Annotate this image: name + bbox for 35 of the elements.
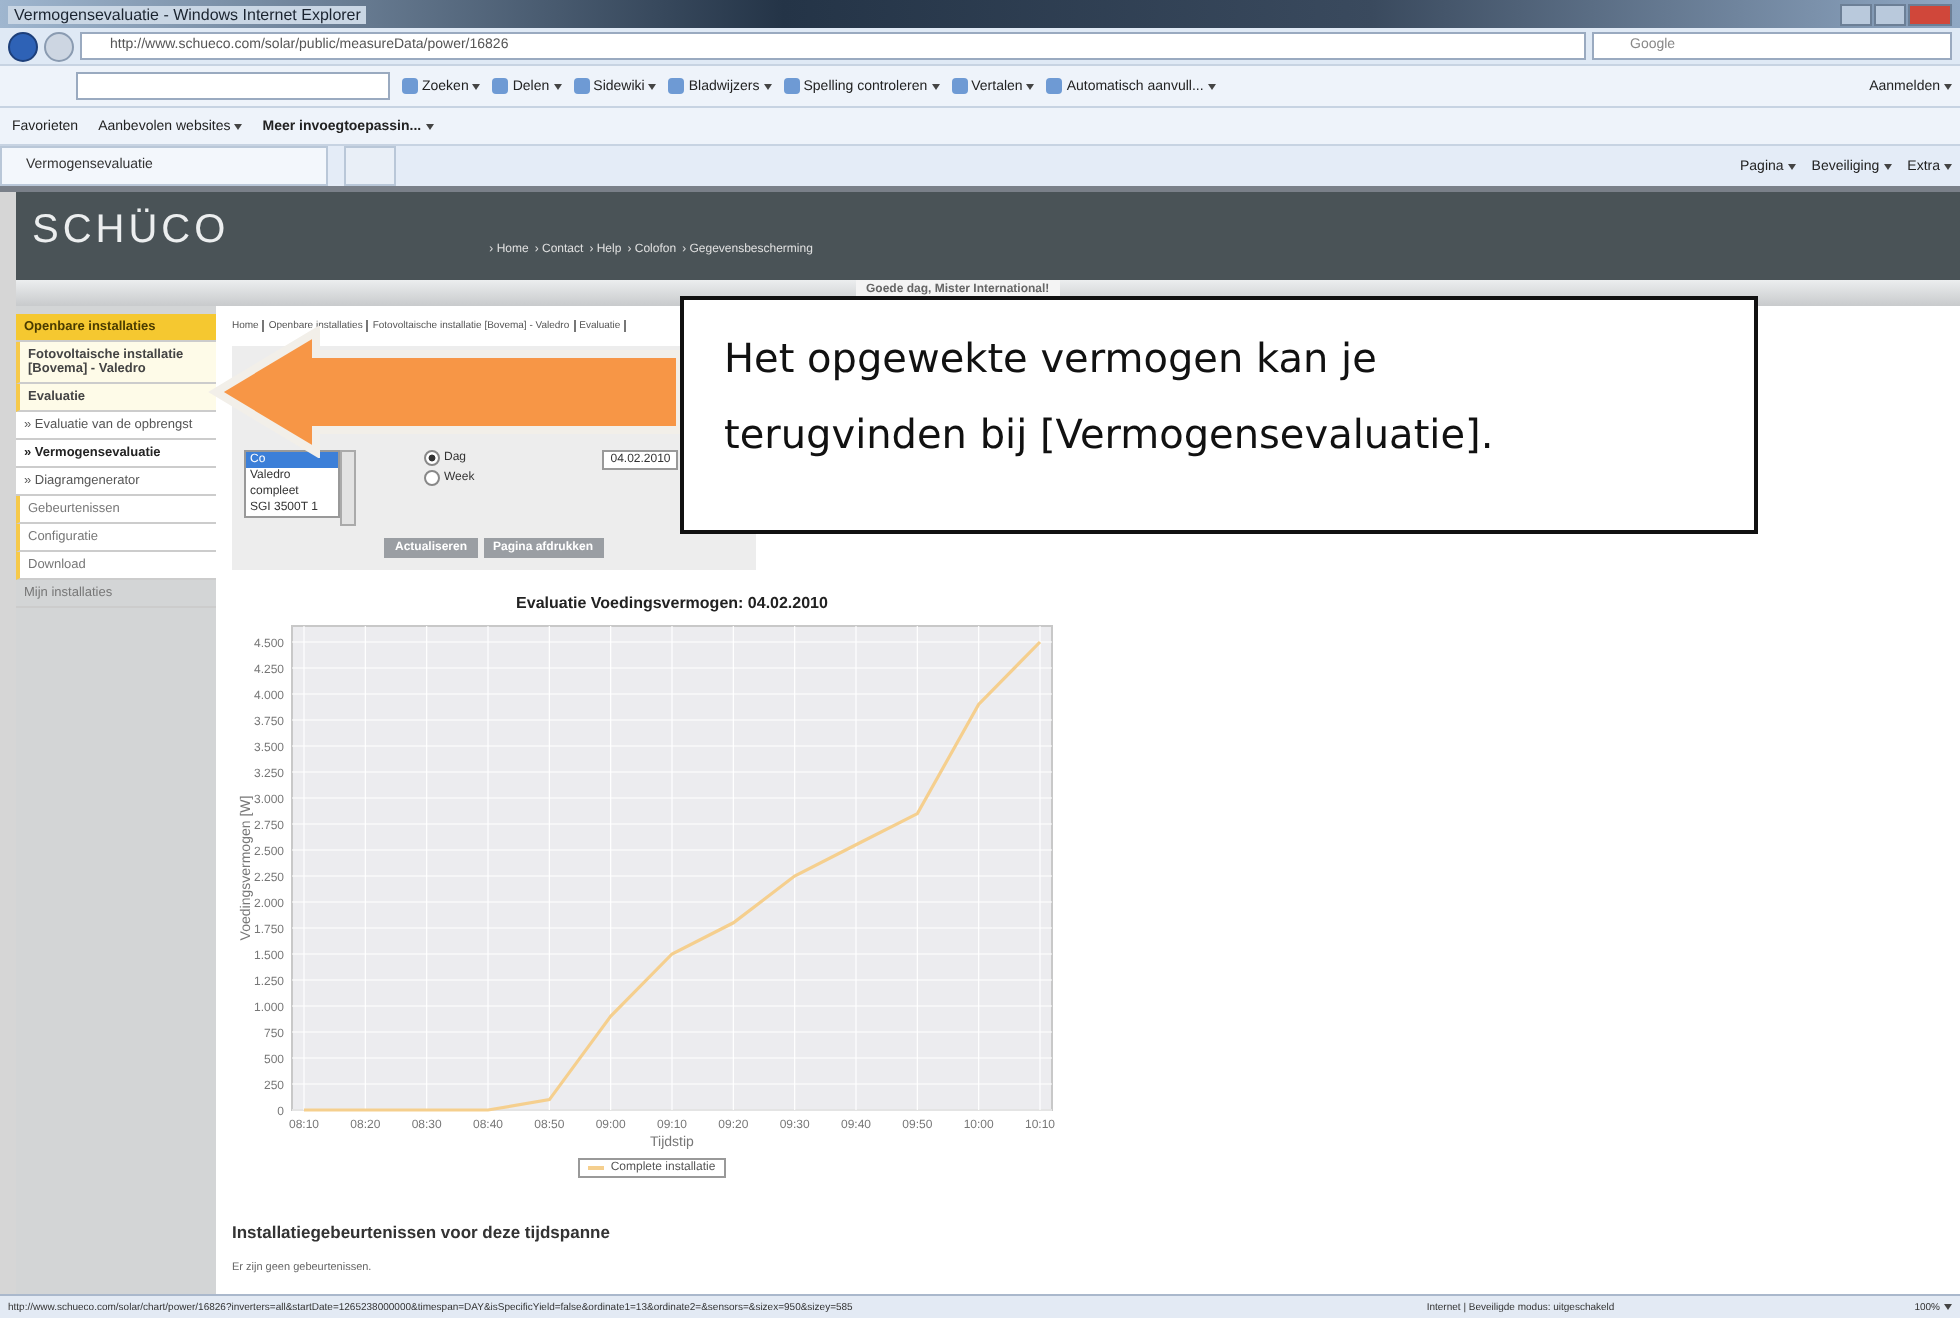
callout-text: Het opgewekte vermogen kan je terugvinden bij [Vermogensevaluatie]. — [680, 296, 1758, 534]
caret-icon — [472, 83, 481, 89]
list-scrollbar[interactable] — [340, 450, 356, 526]
close-button[interactable] — [1908, 3, 1952, 25]
radio-button[interactable] — [424, 450, 440, 466]
caret-icon — [1026, 83, 1035, 89]
caret-icon — [1787, 163, 1796, 169]
caret-icon — [1207, 83, 1216, 89]
caret-icon — [234, 123, 243, 129]
toolbar-icon — [1046, 78, 1063, 94]
caret-icon — [1944, 83, 1952, 89]
window-title: Vermogensevaluatie - Windows Internet Explorer — [8, 5, 367, 23]
section-heading: Installatiegebeurtenissen voor deze tijdspanne — [232, 1222, 612, 1242]
maximize-button[interactable] — [1874, 3, 1906, 25]
toolbar-icon — [951, 78, 968, 94]
back-button[interactable] — [8, 31, 38, 61]
toolbar-icon — [573, 78, 590, 94]
minimize-button[interactable] — [1840, 3, 1872, 25]
caret-icon — [1883, 163, 1892, 169]
caret-icon — [648, 83, 657, 89]
caret-icon — [425, 123, 434, 129]
toolbar-icon — [668, 78, 685, 94]
google-search-field[interactable] — [76, 72, 390, 100]
caret-icon — [1944, 1304, 1952, 1310]
chart-title: Evaluatie Voedingsvermogen: 04.02.2010 — [516, 594, 828, 612]
toolbar-icon — [783, 78, 800, 94]
caret-icon — [1944, 163, 1952, 169]
toolbar-icon — [402, 78, 418, 94]
caret-icon — [553, 83, 562, 89]
toolbar-icon — [492, 78, 509, 94]
radio-button[interactable] — [424, 470, 440, 486]
new-tab-button[interactable] — [344, 146, 396, 186]
caret-icon — [763, 83, 772, 89]
caret-icon — [931, 83, 940, 89]
site-logo: SCHÜCO — [32, 208, 230, 254]
